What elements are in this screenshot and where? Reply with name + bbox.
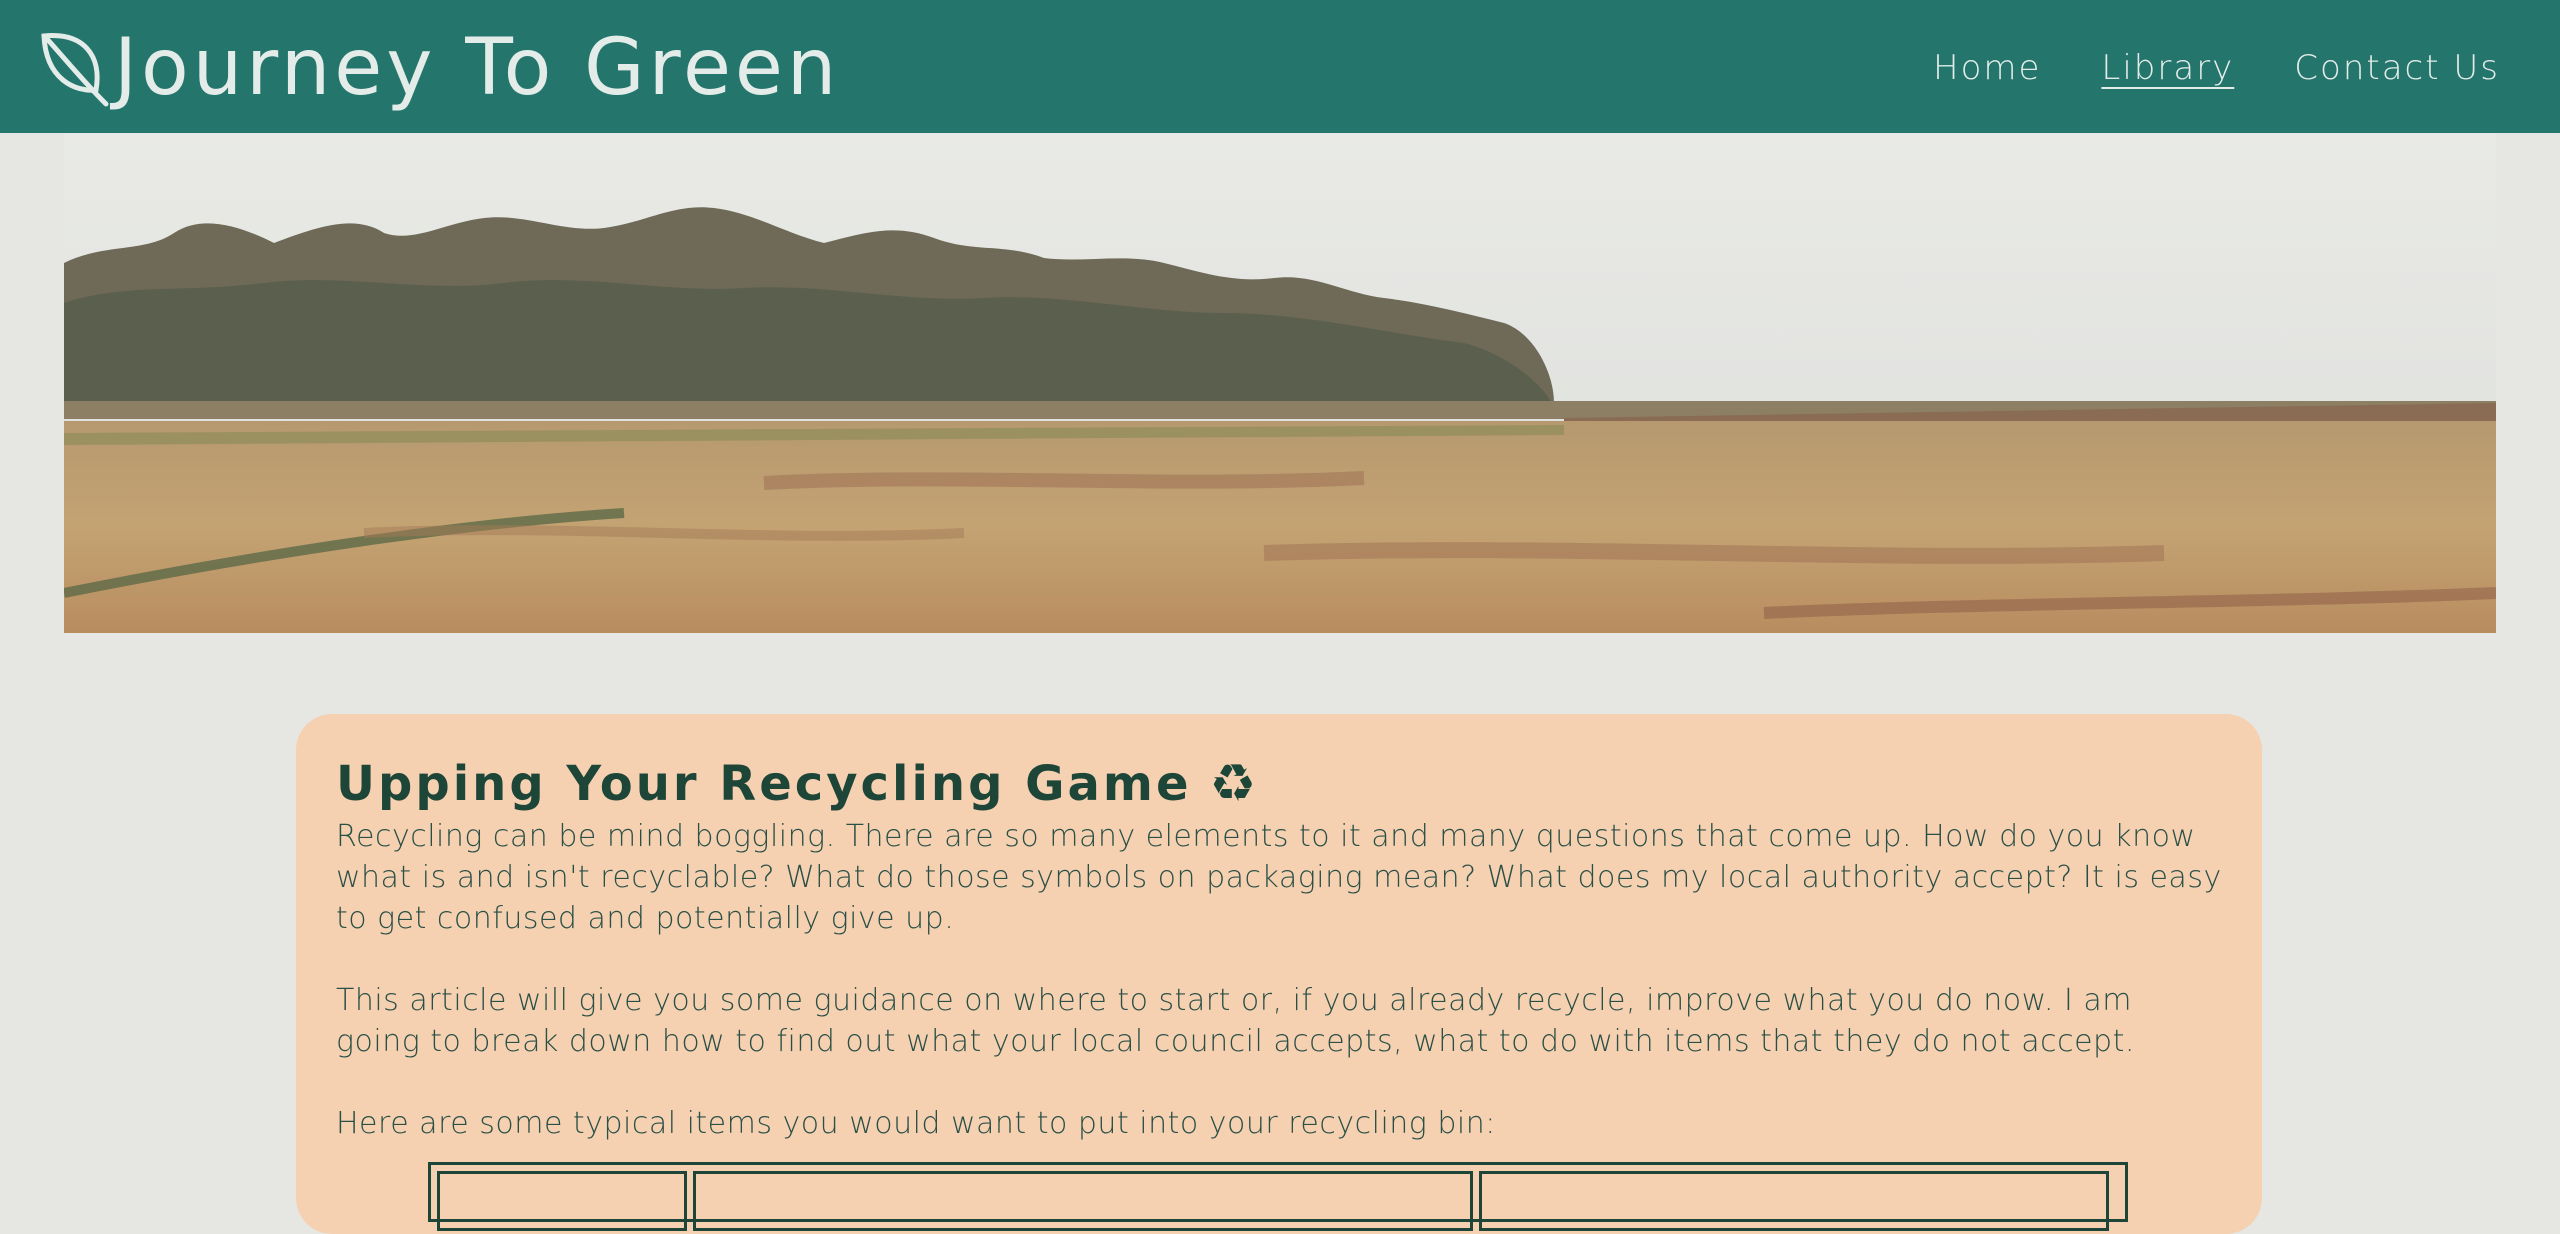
table-cell (1479, 1171, 2109, 1231)
nav-library[interactable]: Library (2101, 48, 2234, 88)
article-card: Upping Your Recycling Game ♻ Recycling c… (296, 714, 2262, 1234)
nav-home[interactable]: Home (1933, 48, 2041, 88)
recycling-items-table (428, 1162, 2128, 1231)
article-title: Upping Your Recycling Game ♻ (336, 752, 2222, 816)
main-nav: Home Library Contact Us (1933, 48, 2500, 88)
brand-home-link[interactable]: Journey To Green (36, 22, 840, 114)
article-title-text: Upping Your Recycling Game (336, 756, 1192, 812)
table-cell (437, 1171, 687, 1231)
table-cell (693, 1171, 1473, 1231)
article-paragraph-2: This article will give you some guidance… (336, 983, 2135, 1059)
site-title: Journey To Green (114, 23, 841, 113)
landscape-photo (64, 133, 2496, 633)
site-header: Journey To Green Home Library Contact Us (0, 0, 2560, 133)
recycle-icon: ♻ (1209, 754, 1260, 814)
article-paragraph-1: Recycling can be mind boggling. There ar… (336, 819, 2222, 936)
leaf-icon (41, 33, 109, 107)
nav-contact-us[interactable]: Contact Us (2294, 48, 2500, 88)
article-paragraph-3: Here are some typical items you would wa… (336, 1106, 1496, 1141)
hero-landscape-image (64, 133, 2496, 633)
